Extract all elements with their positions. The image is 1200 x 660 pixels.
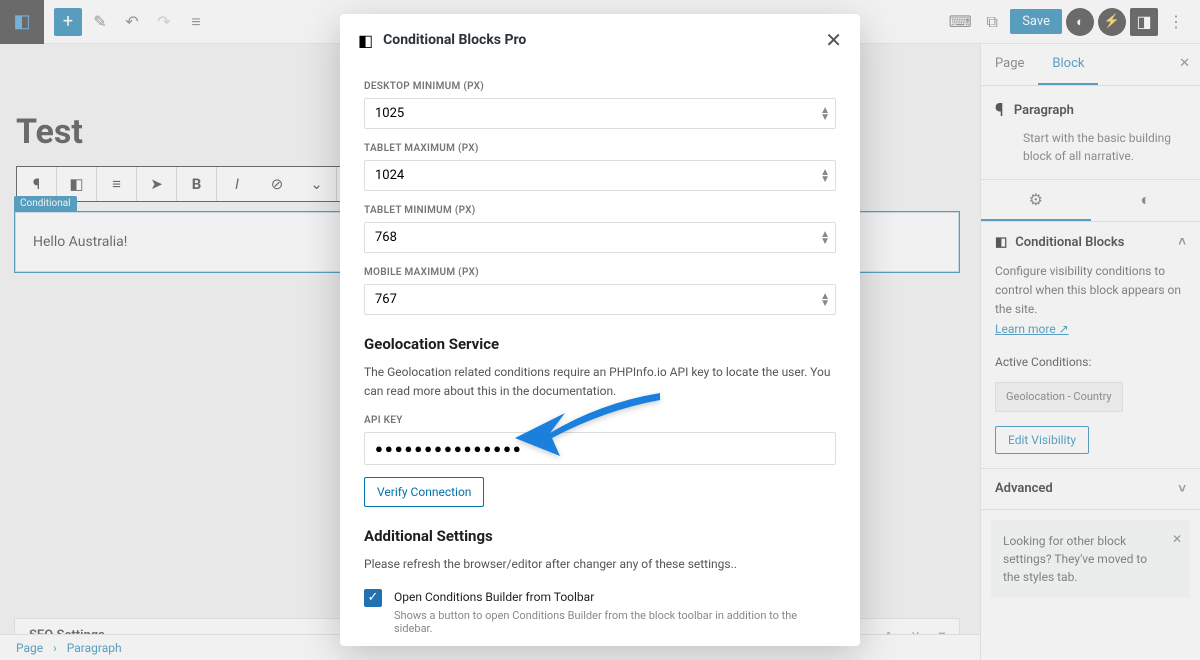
geolocation-title: Geolocation Service [364,335,836,353]
additional-desc: Please refresh the browser/editor after … [364,555,836,574]
tablet-max-label: TABLET MAXIMUM (PX) [364,143,836,154]
tablet-min-input[interactable] [364,222,836,253]
mobile-max-input[interactable] [364,284,836,315]
open-builder-label: Open Conditions Builder from Toolbar [394,589,836,606]
desktop-min-label: DESKTOP MINIMUM (PX) [364,81,836,92]
stepper-icon[interactable]: ▲▼ [820,293,830,307]
close-modal-icon[interactable]: ✕ [825,28,842,52]
modal-logo-icon: ◧ [358,31,373,50]
conditional-blocks-modal: ◧ Conditional Blocks Pro ✕ DESKTOP MINIM… [340,14,860,646]
tablet-max-input[interactable] [364,160,836,191]
modal-overlay: ◧ Conditional Blocks Pro ✕ DESKTOP MINIM… [0,0,1200,660]
additional-title: Additional Settings [364,527,836,545]
stepper-icon[interactable]: ▲▼ [820,107,830,121]
desktop-min-input[interactable] [364,98,836,129]
open-builder-checkbox[interactable]: ✓ [364,589,382,607]
stepper-icon[interactable]: ▲▼ [820,169,830,183]
tablet-min-label: TABLET MINIMUM (PX) [364,205,836,216]
verify-connection-button[interactable]: Verify Connection [364,477,484,507]
modal-title: Conditional Blocks Pro [383,32,526,48]
open-builder-help: Shows a button to open Conditions Builde… [394,609,836,635]
annotation-arrow [510,388,660,462]
mobile-max-label: MOBILE MAXIMUM (PX) [364,267,836,278]
stepper-icon[interactable]: ▲▼ [820,231,830,245]
